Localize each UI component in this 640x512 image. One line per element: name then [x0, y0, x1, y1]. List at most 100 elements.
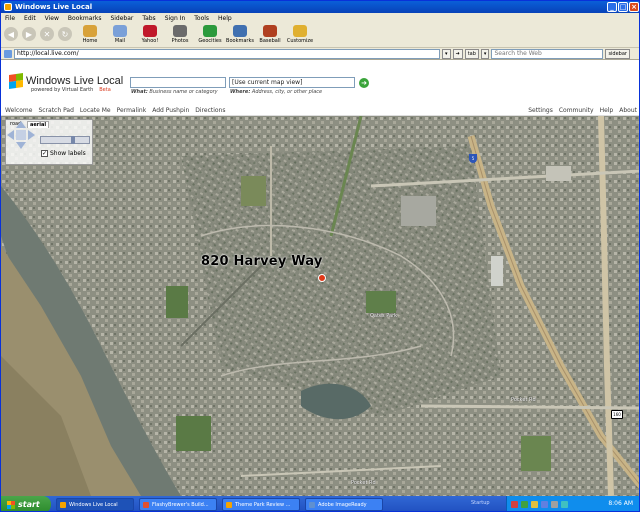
menu-bookmarks[interactable]: Bookmarks: [68, 15, 102, 22]
zoom-thumb[interactable]: [71, 136, 75, 144]
toolbar-photos-button[interactable]: Photos: [166, 23, 194, 44]
go-arrow-button[interactable]: ➜: [452, 48, 463, 59]
startup-toolbar[interactable]: Startup: [471, 500, 490, 506]
maximize-button[interactable]: □: [618, 2, 628, 12]
toolbar-yahoo-button[interactable]: Yahoo!: [136, 23, 164, 44]
photos-icon: [173, 25, 187, 37]
toolbar-customize-button[interactable]: Customize: [286, 23, 314, 44]
tray-update-icon[interactable]: [561, 501, 568, 508]
menu-bar: File Edit View Bookmarks Sidebar Tabs Si…: [1, 13, 639, 23]
toolbar: ◀ ▶ ✕ ↻ Home Mail Yahoo! Photos Geocities Boo…: [1, 23, 639, 48]
task-theme-park-review[interactable]: Theme Park Review ...: [222, 498, 300, 511]
task-windows-live-local[interactable]: Windows Live Local: [56, 498, 134, 511]
map-control-panel: road aerial ✓ Show labels: [5, 119, 93, 165]
aerial-map[interactable]: road aerial ✓ Show labels 820 Harvey Way…: [1, 116, 639, 496]
start-button[interactable]: start: [1, 496, 51, 511]
tray-antivirus-icon[interactable]: [511, 501, 518, 508]
task-adobe-imageready[interactable]: Adobe ImageReady: [305, 498, 383, 511]
stop-button[interactable]: ✕: [40, 27, 54, 41]
toolbar-label: Mail: [114, 38, 126, 44]
search-engine-button[interactable]: ▾: [480, 48, 490, 59]
address-bar: http://local.live.com/ ▾ ➜ tab ▾ Search …: [1, 48, 639, 60]
geocities-icon: [203, 25, 217, 37]
show-labels-checkbox[interactable]: ✓ Show labels: [41, 150, 86, 157]
beta-badge: Beta: [99, 87, 111, 93]
pan-compass-icon[interactable]: [6, 120, 36, 150]
where-hint-label: Where:: [230, 89, 251, 95]
windows-live-logo[interactable]: Windows Live Local powered by Virtual Ea…: [9, 73, 124, 93]
road-label-pocket: Pocket Rd: [511, 397, 536, 403]
link-settings[interactable]: Settings: [528, 107, 553, 114]
where-hint: Where: Address, city, or other place: [230, 89, 322, 95]
toolbar-label: Baseball: [259, 38, 281, 44]
toolbar-home-button[interactable]: Home: [76, 23, 104, 44]
what-hint: What: Business name or category: [131, 89, 218, 95]
link-about[interactable]: About: [619, 107, 637, 114]
where-hint-text: Address, city, or other place: [250, 89, 323, 95]
link-add-pushpin[interactable]: Add Pushpin: [152, 107, 189, 114]
menu-view[interactable]: View: [45, 15, 59, 22]
page-header: Windows Live Local powered by Virtual Ea…: [1, 60, 639, 105]
logo-subtitle: powered by Virtual Earth Beta: [31, 87, 111, 93]
what-search-input[interactable]: [130, 77, 226, 88]
location-pushpin-icon[interactable]: [318, 274, 326, 282]
page-icon: [4, 49, 12, 58]
logo-title: Windows Live Local: [26, 75, 124, 87]
park-label: Oates Park: [370, 313, 398, 319]
url-dropdown-button[interactable]: ▾: [442, 48, 451, 59]
zoom-slider[interactable]: [40, 136, 90, 144]
back-button[interactable]: ◀: [4, 27, 18, 41]
new-tab-button[interactable]: tab: [464, 48, 479, 59]
toolbar-baseball-button[interactable]: Baseball: [256, 23, 284, 44]
show-labels-label: Show labels: [50, 150, 86, 157]
search-input[interactable]: Search the Web: [491, 48, 604, 59]
menu-tabs[interactable]: Tabs: [142, 15, 155, 22]
toolbar-geocities-button[interactable]: Geocities: [196, 23, 224, 44]
yahoo-icon: [143, 25, 157, 37]
toolbar-mail-button[interactable]: Mail: [106, 23, 134, 44]
link-locate-me[interactable]: Locate Me: [80, 107, 111, 114]
toolbar-label: Photos: [171, 38, 189, 44]
task-flashybrewer[interactable]: FlashyBrewer's Build...: [139, 498, 217, 511]
link-welcome[interactable]: Welcome: [5, 107, 32, 114]
task-label: Adobe ImageReady: [318, 501, 367, 508]
toolbar-label: Customize: [286, 38, 314, 44]
toolbar-bookmarks-button[interactable]: Bookmarks: [226, 23, 254, 44]
link-help[interactable]: Help: [600, 107, 614, 114]
search-go-button[interactable]: ➜: [359, 78, 369, 88]
title-bar: Windows Live Local _ □ ×: [1, 1, 639, 13]
minimize-button[interactable]: _: [607, 2, 617, 12]
clock: 8:06 AM: [608, 500, 633, 507]
task-label: Windows Live Local: [69, 501, 118, 508]
menu-sidebar[interactable]: Sidebar: [110, 15, 133, 22]
checkbox-check-icon[interactable]: ✓: [41, 150, 48, 157]
link-scratch-pad[interactable]: Scratch Pad: [38, 107, 73, 114]
imageready-icon: [309, 501, 315, 508]
forward-button[interactable]: ▶: [22, 27, 36, 41]
url-input[interactable]: http://local.live.com/: [14, 48, 440, 59]
toolbar-label: Home: [82, 38, 98, 44]
close-button[interactable]: ×: [629, 2, 639, 12]
where-search-input[interactable]: [Use current map view]: [229, 77, 355, 88]
menu-tools[interactable]: Tools: [194, 15, 209, 22]
tray-bluetooth-icon[interactable]: [541, 501, 548, 508]
menu-edit[interactable]: Edit: [24, 15, 36, 22]
reload-button[interactable]: ↻: [58, 27, 72, 41]
menu-file[interactable]: File: [5, 15, 15, 22]
logo-sub-text: powered by Virtual Earth: [31, 87, 94, 93]
menu-sign-in[interactable]: Sign In: [165, 15, 186, 22]
tray-volume-icon[interactable]: [551, 501, 558, 508]
menu-help[interactable]: Help: [218, 15, 232, 22]
tray-network-icon[interactable]: [521, 501, 528, 508]
interstate-shield-icon: 5: [469, 154, 477, 163]
link-directions[interactable]: Directions: [195, 107, 225, 114]
sidebar-button[interactable]: sidebar: [605, 48, 630, 59]
what-hint-label: What:: [131, 89, 148, 95]
toolbar-label: Yahoo!: [141, 38, 159, 44]
address-annotation: 820 Harvey Way: [201, 254, 323, 269]
link-permalink[interactable]: Permalink: [117, 107, 147, 114]
link-community[interactable]: Community: [559, 107, 594, 114]
what-hint-text: Business name or category: [147, 89, 218, 95]
tray-messenger-icon[interactable]: [531, 501, 538, 508]
start-label: start: [18, 500, 40, 509]
